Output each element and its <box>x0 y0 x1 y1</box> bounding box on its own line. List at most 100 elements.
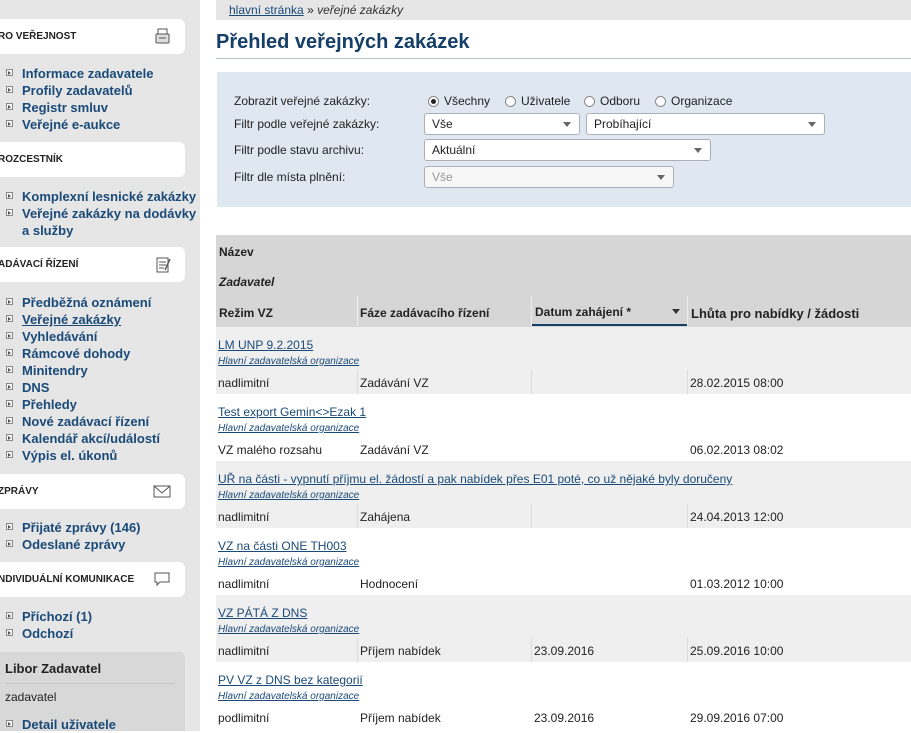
header-faze[interactable]: Fáze zadávacího řízení <box>360 306 489 320</box>
filter-select-1[interactable]: Vše <box>424 113 580 135</box>
cell-mode: VZ malého rozsahu <box>218 443 323 457</box>
nav-item-detail-uzivatele[interactable]: Detail uživatele <box>0 716 200 733</box>
nav-zadavaci-rizeni: Předběžná oznámení Veřejné zakázky Vyhle… <box>0 294 200 464</box>
speech-bubble-icon <box>154 572 170 587</box>
organization-link[interactable]: Hlavní zadavatelská organizace <box>218 423 359 434</box>
table-row: VZ na části ONE TH003 Hlavní zadavatelsk… <box>216 528 911 595</box>
place-label: Filtr dle místa plnění: <box>234 170 346 184</box>
radio-organizace[interactable]: Organizace <box>655 94 732 108</box>
table-row: UŘ na části - vypnutí příjmu el. žádostí… <box>216 461 911 528</box>
section-title: ADÁVACÍ ŘÍZENÍ <box>0 259 79 270</box>
tender-name-link[interactable]: LM UNP 9.2.2015 <box>218 338 313 352</box>
place-select[interactable]: Vše <box>424 166 674 188</box>
cell-divider <box>357 638 358 662</box>
nav-item-odchozi[interactable]: Odchozí <box>0 625 200 642</box>
bullet-icon <box>6 400 13 407</box>
tender-name-link[interactable]: VZ na části ONE TH003 <box>218 539 347 553</box>
bullet-icon <box>6 417 13 424</box>
header-lhuta[interactable]: Lhůta pro nabídky / žádosti <box>691 306 859 321</box>
nav-item-ramcove-dohody[interactable]: Rámcové dohody <box>0 345 200 362</box>
filter-label: Filtr podle veřejné zakázky: <box>234 117 380 131</box>
section-title: ZPRÁVY <box>0 486 39 497</box>
nav-item-predbezna-oznameni[interactable]: Předběžná oznámení <box>0 294 200 311</box>
bullet-icon <box>6 383 13 390</box>
cell-deadline: 24.04.2013 12:00 <box>690 510 784 524</box>
organization-link[interactable]: Hlavní zadavatelská organizace <box>218 624 359 635</box>
nav-item-kalendar[interactable]: Kalendář akcí/událostí <box>0 430 200 447</box>
bullet-icon <box>6 434 13 441</box>
nav-item-odeslane-zpravy[interactable]: Odeslané zprávy <box>0 536 200 553</box>
tender-name-link[interactable]: PV VZ z DNS bez kategorií <box>218 673 363 687</box>
bullet-icon <box>6 209 13 216</box>
radio-uzivatele[interactable]: Uživatele <box>505 94 570 108</box>
column-divider <box>531 296 532 326</box>
chevron-down-icon <box>808 122 816 127</box>
section-header-rozcestnik: ROZCESTNÍK <box>0 142 185 177</box>
nav-item-nove-zadavaci-rizeni[interactable]: Nové zadávací řízení <box>0 413 200 430</box>
divider <box>5 683 175 684</box>
header-zadavatel[interactable]: Zadavatel <box>219 275 274 289</box>
bullet-icon <box>6 451 13 458</box>
organization-link[interactable]: Hlavní zadavatelská organizace <box>218 557 359 568</box>
nav-item-prijate-zpravy[interactable]: Přijaté zprávy (146) <box>0 519 200 536</box>
nav-item-vz-dodavky[interactable]: Veřejné zakázky na dodávky <box>0 205 200 222</box>
radio-vsechny[interactable]: Všechny <box>428 94 490 108</box>
cell-deadline: 06.02.2013 08:02 <box>690 443 784 457</box>
bullet-icon <box>6 332 13 339</box>
header-datum-zahajeni[interactable]: Datum zahájení * <box>535 305 631 319</box>
tender-name-link[interactable]: UŘ na části - vypnutí příjmu el. žádostí… <box>218 472 732 486</box>
breadcrumb-home-link[interactable]: hlavní stránka <box>229 3 304 17</box>
cell-mode: nadlimitní <box>218 510 270 524</box>
cell-mode: nadlimitní <box>218 376 270 390</box>
header-nazev[interactable]: Název <box>219 245 254 259</box>
cell-divider <box>687 638 688 662</box>
nav-komunikace: Příchozí (1) Odchozí <box>0 608 200 642</box>
organization-link[interactable]: Hlavní zadavatelská organizace <box>218 356 359 367</box>
radio-odboru[interactable]: Odboru <box>584 94 640 108</box>
tender-name-link[interactable]: Test export Gemin<>Ezak 1 <box>218 405 366 419</box>
nav-item-dns[interactable]: DNS <box>0 379 200 396</box>
nav-item-vypis-el-ukonu[interactable]: Výpis el. úkonů <box>0 447 200 464</box>
nav-item-minitendry[interactable]: Minitendry <box>0 362 200 379</box>
cell-divider <box>531 370 532 394</box>
nav-item-informace-zadavatele[interactable]: Informace zadavatele <box>0 65 200 82</box>
chevron-down-icon <box>563 122 571 127</box>
table-row: PV VZ z DNS bez kategorií Hlavní zadavat… <box>216 662 911 729</box>
cell-mode: nadlimitní <box>218 577 270 591</box>
nav-item-prichozi[interactable]: Příchozí (1) <box>0 608 200 625</box>
bullet-icon <box>6 540 13 547</box>
cell-deadline: 01.03.2012 10:00 <box>690 577 784 591</box>
cell-divider <box>687 504 688 528</box>
header-rezim-vz[interactable]: Režim VZ <box>219 306 273 320</box>
section-title: ROZCESTNÍK <box>0 154 63 165</box>
nav-item-verejne-zakazky[interactable]: Veřejné zakázky <box>0 311 200 328</box>
nav-item-registr-smluv[interactable]: Registr smluv <box>0 99 200 116</box>
cell-divider <box>357 370 358 394</box>
section-title: RO VEŘEJNOST <box>0 31 77 42</box>
nav-item-komplexni-lesnicke[interactable]: Komplexní lesnické zakázky <box>0 188 200 205</box>
cell-deadline: 29.09.2016 07:00 <box>690 711 784 725</box>
column-divider <box>687 296 688 326</box>
nav-zpravy: Přijaté zprávy (146) Odeslané zprávy <box>0 519 200 553</box>
organization-link[interactable]: Hlavní zadavatelská organizace <box>218 490 359 501</box>
nav-item-profily-zadavatelu[interactable]: Profily zadavatelů <box>0 82 200 99</box>
page-title: Přehled veřejných zakázek <box>216 31 470 53</box>
nav-item-vz-dodavky-cont[interactable]: a služby <box>0 222 200 239</box>
table-header: Název Zadavatel Režim VZ Fáze zadávacího… <box>216 235 911 327</box>
organization-link[interactable]: Hlavní zadavatelská organizace <box>218 691 359 702</box>
title-divider <box>216 58 911 59</box>
breadcrumb-current: veřejné zakázky <box>317 3 404 17</box>
nav-item-vyhledavani[interactable]: Vyhledávání <box>0 328 200 345</box>
filter-select-2[interactable]: Probíhající <box>586 113 825 135</box>
radio-icon <box>655 96 666 107</box>
nav-item-prehledy[interactable]: Přehledy <box>0 396 200 413</box>
bullet-icon <box>6 192 13 199</box>
nav-item-verejne-e-aukce[interactable]: Veřejné e-aukce <box>0 116 200 133</box>
section-header-komunikace: NDIVIDUÁLNÍ KOMUNIKACE <box>0 562 185 597</box>
bullet-icon <box>6 103 13 110</box>
tender-name-link[interactable]: VZ PÁTÁ Z DNS <box>218 606 307 620</box>
user-panel: Libor Zadavatel zadavatel Detail uživate… <box>0 652 185 732</box>
archive-select[interactable]: Aktuální <box>424 139 711 161</box>
section-header-public: RO VEŘEJNOST <box>0 19 185 54</box>
cell-start: 23.09.2016 <box>534 711 595 725</box>
